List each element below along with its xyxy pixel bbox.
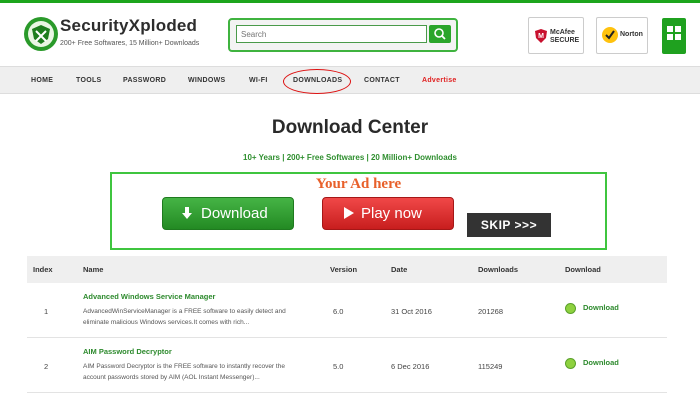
- header-index: Index: [33, 265, 53, 274]
- nav-home[interactable]: HOME: [31, 77, 53, 84]
- row-date: 31 Oct 2016: [391, 307, 432, 316]
- row-description-line: AIM Password Decryptor is the FREE softw…: [83, 363, 285, 370]
- search-button[interactable]: [429, 25, 451, 43]
- row-description: AdvancedWinServiceManager is a FREE soft…: [83, 306, 323, 328]
- nav-wifi[interactable]: WI-FI: [249, 77, 268, 84]
- ad-placeholder-text: Your Ad here: [315, 176, 402, 192]
- search-icon: [434, 28, 446, 40]
- row-downloads: 115249: [478, 362, 503, 371]
- nav-contact[interactable]: CONTACT: [364, 77, 400, 84]
- page-subtitle: 10+ Years | 200+ Free Softwares | 20 Mil…: [243, 153, 457, 162]
- table-row: 2 AIM Password Decryptor AIM Password De…: [27, 338, 667, 393]
- table-row: 1 Advanced Windows Service Manager Advan…: [27, 283, 667, 338]
- row-description-line: eliminate malicious Windows services.It …: [83, 319, 250, 326]
- svg-text:M: M: [538, 33, 544, 40]
- search-container: [228, 18, 458, 52]
- row-index: 1: [44, 307, 49, 316]
- row-description-line: AdvancedWinServiceManager is a FREE soft…: [83, 308, 286, 315]
- norton-badge[interactable]: Norton: [596, 17, 648, 54]
- windows-compatible-badge[interactable]: [662, 18, 686, 54]
- nav-advertise[interactable]: Advertise: [422, 77, 457, 84]
- row-version: 6.0: [333, 307, 344, 316]
- search-input[interactable]: [236, 25, 427, 43]
- header-date: Date: [391, 265, 408, 274]
- row-index: 2: [44, 362, 49, 371]
- header-version: Version: [330, 265, 358, 274]
- norton-label: Norton: [620, 31, 643, 38]
- securityxploded-logo-icon[interactable]: [22, 15, 60, 53]
- fake-download-button[interactable]: Download: [162, 197, 294, 230]
- downloads-highlight-circle: [283, 69, 351, 94]
- downloads-table: Index Name Version Date Downloads Downlo…: [27, 256, 667, 393]
- download-circle-icon: [565, 358, 576, 369]
- play-icon: [344, 207, 354, 219]
- row-version: 5.0: [333, 362, 344, 371]
- row-description-line: account passwords stored by AIM (AOL Ins…: [83, 374, 260, 381]
- fake-download-label: Download: [201, 205, 268, 222]
- site-header: SecurityXploded 200+ Free Softwares, 15 …: [0, 3, 700, 65]
- row-date: 6 Dec 2016: [391, 362, 430, 371]
- fake-play-button[interactable]: Play now: [322, 197, 454, 230]
- header-downloads: Downloads: [478, 265, 519, 274]
- page-title: Download Center: [271, 117, 429, 138]
- header-name: Name: [83, 265, 104, 274]
- table-header: Index Name Version Date Downloads Downlo…: [27, 256, 667, 283]
- nav-password[interactable]: PASSWORD: [123, 77, 166, 84]
- ad-box[interactable]: Your Ad here Download Play now SKIP >>>: [110, 172, 607, 250]
- mcafee-shield-icon: M: [535, 29, 547, 43]
- download-circle-icon: [565, 303, 576, 314]
- nav-windows[interactable]: WINDOWS: [188, 77, 225, 84]
- mcafee-label: McAfee SECURE: [550, 29, 580, 44]
- row-description: AIM Password Decryptor is the FREE softw…: [83, 361, 323, 383]
- row-name-link[interactable]: Advanced Windows Service Manager: [83, 292, 215, 301]
- row-name-link[interactable]: AIM Password Decryptor: [83, 347, 172, 356]
- norton-check-icon: [602, 27, 618, 43]
- skip-ad-button[interactable]: SKIP >>>: [467, 213, 551, 237]
- windows-logo-icon: [667, 26, 681, 40]
- row-download-link[interactable]: Download: [583, 358, 619, 367]
- row-download-link[interactable]: Download: [583, 303, 619, 312]
- fake-play-label: Play now: [361, 205, 422, 222]
- download-arrow-icon: [182, 207, 192, 219]
- brand-tagline: 200+ Free Softwares, 15 Million+ Downloa…: [60, 40, 200, 47]
- nav-tools[interactable]: TOOLS: [76, 77, 101, 84]
- mcafee-secure-badge[interactable]: M McAfee SECURE: [528, 17, 584, 54]
- header-download: Download: [565, 265, 601, 274]
- brand-name[interactable]: SecurityXploded: [60, 16, 197, 36]
- row-downloads: 201268: [478, 307, 504, 316]
